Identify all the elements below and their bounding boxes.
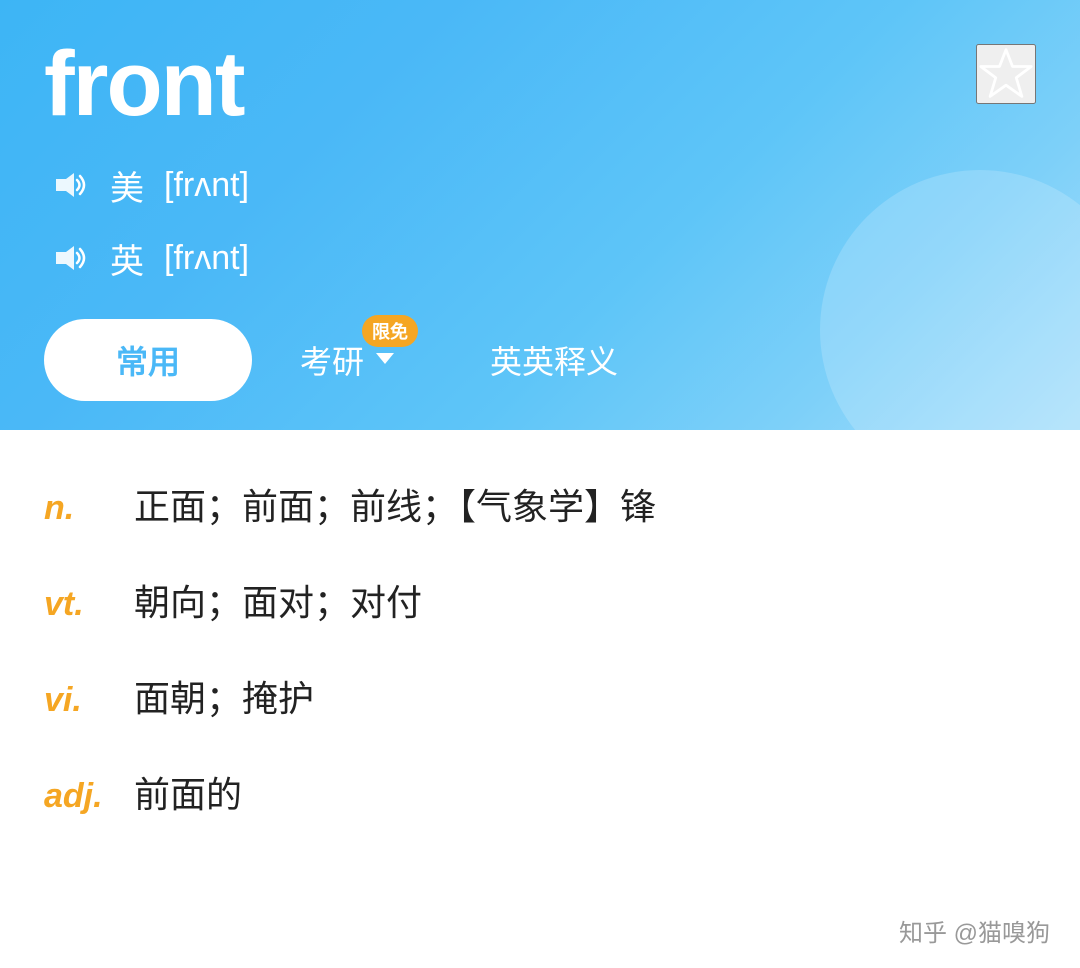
us-pronunciation-row: 美 [frʌnt] <box>44 161 1036 210</box>
us-speaker-icon <box>48 166 86 204</box>
header-section: front 美 [frʌnt] 英 [frʌnt] <box>0 0 1080 430</box>
tab-english-label: 英英释义 <box>490 337 618 383</box>
tab-english[interactable]: 英英释义 <box>442 319 666 401</box>
word-row: front <box>44 36 1036 133</box>
pos-adj: adj. <box>44 777 116 816</box>
definition-row-vt: vt. 朝向；面对；对付 <box>44 576 1036 630</box>
word-title: front <box>44 36 243 133</box>
chevron-down-icon <box>376 353 394 364</box>
uk-pronunciation-row: 英 [frʌnt] <box>44 234 1036 283</box>
def-vt: 朝向；面对；对付 <box>134 576 422 630</box>
uk-speaker-button[interactable] <box>44 235 90 281</box>
tabs-row: 常用 考研 限免 英英释义 <box>44 319 1036 401</box>
tab-common[interactable]: 常用 <box>44 319 252 401</box>
star-icon <box>978 46 1034 102</box>
definition-row-adj: adj. 前面的 <box>44 768 1036 822</box>
def-vi: 面朝；掩护 <box>134 672 314 726</box>
def-adj: 前面的 <box>134 768 242 822</box>
uk-ipa: [frʌnt] <box>164 239 249 278</box>
us-speaker-button[interactable] <box>44 162 90 208</box>
exam-badge: 限免 <box>362 315 418 347</box>
pos-n: n. <box>44 489 116 528</box>
definition-row-n: n. 正面；前面；前线；【气象学】锋 <box>44 480 1036 534</box>
definitions-section: n. 正面；前面；前线；【气象学】锋 vt. 朝向；面对；对付 vi. 面朝；掩… <box>0 430 1080 904</box>
uk-speaker-icon <box>48 239 86 277</box>
us-label: 美 <box>110 161 144 210</box>
definition-row-vi: vi. 面朝；掩护 <box>44 672 1036 726</box>
watermark: 知乎 @猫嗅狗 <box>899 913 1050 948</box>
tab-exam[interactable]: 考研 限免 <box>252 319 442 401</box>
bookmark-button[interactable] <box>976 44 1036 104</box>
def-n: 正面；前面；前线；【气象学】锋 <box>134 480 656 534</box>
pos-vi: vi. <box>44 681 116 720</box>
uk-label: 英 <box>110 234 144 283</box>
pos-vt: vt. <box>44 585 116 624</box>
tab-exam-label: 考研 <box>300 337 364 383</box>
us-ipa: [frʌnt] <box>164 166 249 205</box>
